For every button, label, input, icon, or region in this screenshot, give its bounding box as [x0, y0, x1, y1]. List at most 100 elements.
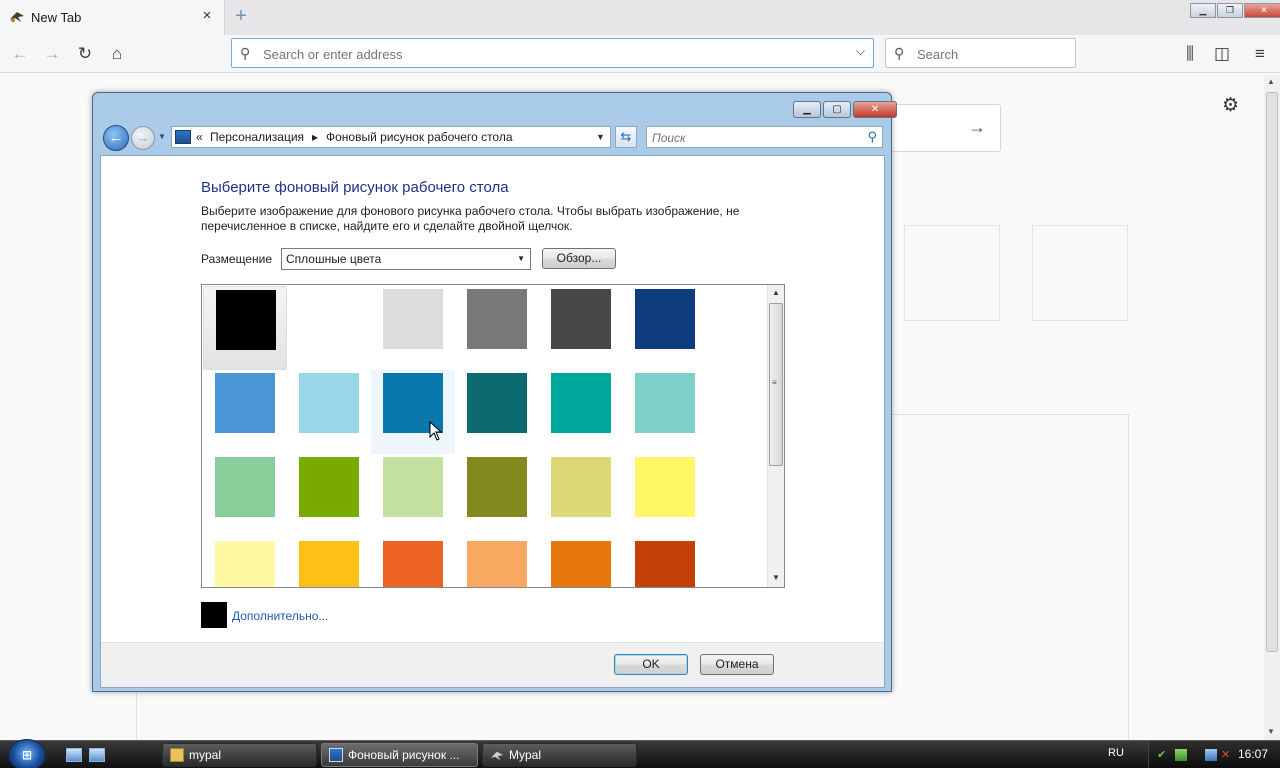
color-swatch — [467, 541, 527, 587]
safely-remove-icon[interactable]: ✔ — [1157, 749, 1169, 761]
back-icon[interactable]: ← — [103, 125, 129, 151]
scroll-down-icon[interactable]: ▼ — [1267, 727, 1275, 736]
color-swatch-item[interactable] — [623, 286, 707, 370]
restore-icon[interactable]: ❐ — [1217, 3, 1243, 18]
color-swatch-item[interactable] — [455, 454, 539, 538]
color-swatch-item[interactable] — [539, 538, 623, 587]
address-dropdown-icon[interactable]: ▼ — [596, 132, 605, 142]
back-arrow-icon[interactable]: ← — [10, 44, 30, 64]
dialog-search-box[interactable]: ⚲ — [646, 126, 883, 148]
show-desktop-icon[interactable] — [66, 748, 82, 762]
ok-button[interactable]: OK — [614, 654, 688, 675]
volume-muted-icon[interactable]: ✕ — [1221, 749, 1233, 761]
color-swatch-item[interactable] — [371, 538, 455, 587]
network-icon[interactable] — [1205, 749, 1217, 761]
tab-title: New Tab — [31, 10, 82, 25]
breadcrumb-personalization[interactable]: Персонализация — [210, 130, 304, 144]
color-swatch — [467, 457, 527, 517]
minimize-icon[interactable]: ▁ — [793, 101, 821, 118]
sidebar-icon[interactable]: ◫ — [1212, 44, 1232, 64]
taskbar-item-desktop-background[interactable]: Фоновый рисунок ... — [321, 743, 478, 767]
page-scrollbar[interactable]: ▲ ▼ — [1264, 75, 1280, 740]
color-swatch-item[interactable] — [287, 286, 371, 370]
color-swatch-item[interactable] — [539, 454, 623, 538]
color-swatch-item[interactable] — [287, 538, 371, 587]
browse-button[interactable]: Обзор... — [542, 248, 616, 269]
go-arrow-icon[interactable]: → — [968, 117, 986, 138]
color-swatch-item[interactable] — [623, 370, 707, 454]
language-indicator[interactable]: RU — [1108, 747, 1124, 759]
security-icon[interactable] — [1175, 749, 1187, 761]
color-swatch — [299, 289, 359, 349]
color-swatch-item[interactable] — [371, 286, 455, 370]
color-swatch — [215, 457, 275, 517]
color-swatch-item[interactable] — [203, 538, 287, 587]
new-tab-icon[interactable]: + — [230, 5, 252, 27]
color-swatch-item[interactable] — [539, 370, 623, 454]
search-bar[interactable]: ⚲ — [885, 38, 1076, 68]
taskbar-item-mypal-browser[interactable]: Mypal — [482, 743, 637, 767]
breadcrumb-overflow[interactable]: « — [196, 130, 203, 144]
color-swatch-item[interactable] — [371, 370, 455, 454]
start-button[interactable]: ⊞ — [8, 739, 46, 768]
home-icon[interactable]: ⌂ — [107, 44, 127, 64]
tab-close-icon[interactable]: × — [200, 8, 214, 24]
color-swatch-item[interactable] — [623, 538, 707, 587]
top-site-tile[interactable] — [904, 225, 1000, 321]
color-swatch — [635, 373, 695, 433]
close-window-icon[interactable]: ✕ — [1244, 3, 1280, 18]
color-swatch-item[interactable] — [623, 454, 707, 538]
more-colors-link[interactable]: Дополнительно... — [232, 609, 328, 623]
clock[interactable]: 16:07 — [1238, 747, 1268, 761]
color-swatch-list[interactable]: ▲ ≡ ▼ — [201, 284, 785, 588]
scroll-up-icon[interactable]: ▲ — [1267, 77, 1275, 86]
mouse-cursor-icon — [429, 421, 443, 441]
refresh-icon[interactable]: ⇆ — [615, 126, 637, 148]
minimize-icon[interactable]: ▁ — [1190, 3, 1216, 18]
top-site-tile[interactable] — [1032, 225, 1128, 321]
cancel-button[interactable]: Отмена — [700, 654, 774, 675]
maximize-icon[interactable]: ▢ — [823, 101, 851, 118]
scroll-up-icon[interactable]: ▲ — [772, 288, 780, 297]
history-dropdown-icon[interactable]: ▼ — [158, 132, 166, 141]
folder-icon — [170, 748, 184, 762]
swatch-scrollbar[interactable]: ▲ ≡ ▼ — [767, 285, 784, 587]
color-swatch-item[interactable] — [203, 286, 287, 370]
color-swatch — [215, 541, 275, 587]
scroll-down-icon[interactable]: ▼ — [772, 573, 780, 582]
dialog-search-input[interactable] — [652, 130, 852, 145]
color-swatch — [383, 457, 443, 517]
breadcrumb-desktop-background[interactable]: Фоновый рисунок рабочего стола — [326, 130, 513, 144]
color-swatch — [551, 457, 611, 517]
close-icon[interactable]: ✕ — [853, 101, 897, 118]
color-swatch-item[interactable] — [455, 286, 539, 370]
breadcrumb-separator-icon[interactable]: ▸ — [312, 130, 318, 144]
library-icon[interactable]: ⫼ — [1180, 44, 1200, 64]
color-swatch-item[interactable] — [287, 370, 371, 454]
address-bar[interactable]: « Персонализация ▸ Фоновый рисунок рабоч… — [171, 126, 611, 148]
forward-arrow-icon[interactable]: → — [42, 44, 62, 64]
url-input[interactable] — [263, 46, 843, 62]
search-input[interactable] — [917, 46, 1067, 62]
url-bar[interactable]: ⚲ ⌵ — [231, 38, 874, 68]
placement-select[interactable]: Сплошные цвета ▼ — [281, 248, 531, 270]
color-swatch — [635, 541, 695, 587]
color-swatch-item[interactable] — [539, 286, 623, 370]
color-swatch-item[interactable] — [455, 538, 539, 587]
gear-icon[interactable]: ⚙ — [1222, 94, 1239, 117]
switch-windows-icon[interactable] — [89, 748, 105, 762]
forward-icon[interactable]: → — [131, 126, 155, 150]
taskbar: ⊞ mypal Фоновый рисунок ... Mypal RU ✔ ✕… — [0, 739, 1280, 768]
color-swatch-item[interactable] — [203, 370, 287, 454]
taskbar-item-mypal-folder[interactable]: mypal — [162, 743, 317, 767]
color-swatch-item[interactable] — [287, 454, 371, 538]
color-swatch-item[interactable] — [371, 454, 455, 538]
page-scroll-thumb[interactable] — [1266, 92, 1278, 652]
url-dropdown-icon[interactable]: ⌵ — [856, 44, 865, 59]
color-swatch-item[interactable] — [203, 454, 287, 538]
search-icon[interactable]: ⚲ — [867, 129, 877, 145]
menu-icon[interactable]: ≡ — [1250, 44, 1270, 64]
color-swatch-item[interactable] — [455, 370, 539, 454]
reload-icon[interactable]: ↻ — [75, 44, 95, 64]
tab-new-tab[interactable]: New Tab × — [0, 0, 225, 35]
